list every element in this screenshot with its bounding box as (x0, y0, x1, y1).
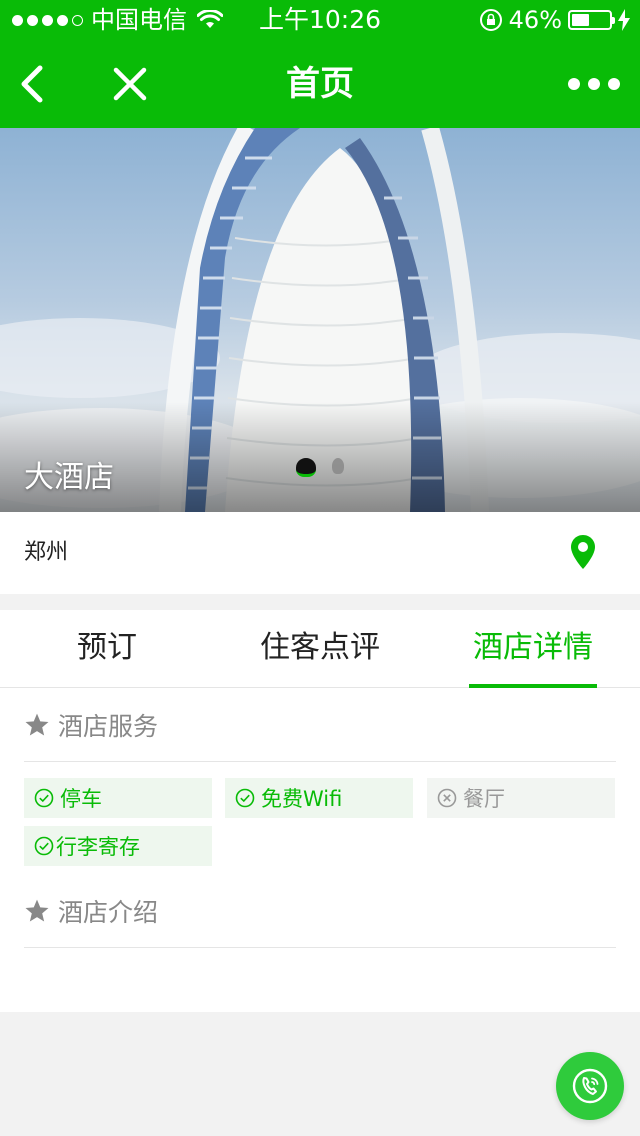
tab-bar: 预订 住客点评 酒店详情 (0, 610, 640, 688)
service-luggage-storage: 行李寄存 (24, 826, 212, 866)
services-section-header: 酒店服务 (24, 688, 616, 762)
service-label: 行李寄存 (56, 835, 140, 859)
status-right: 46% (479, 6, 630, 34)
service-label: 餐厅 (463, 787, 505, 811)
back-chevron-icon[interactable] (14, 62, 54, 106)
orientation-lock-icon (479, 9, 502, 31)
intro-section-header: 酒店介绍 (24, 874, 616, 948)
services-section-title: 酒店服务 (58, 711, 159, 741)
location-bar[interactable]: 郑州 (0, 512, 640, 594)
star-icon (25, 713, 49, 736)
charging-icon (618, 9, 630, 31)
battery-percent: 46% (508, 6, 562, 34)
service-restaurant: 餐厅 (427, 778, 615, 818)
phone-icon (572, 1068, 608, 1104)
signal-strength-icon (12, 14, 83, 26)
status-left: 中国电信 (12, 6, 223, 34)
hotel-image-carousel[interactable]: 大酒店 (0, 128, 640, 512)
battery-icon (568, 10, 615, 30)
carousel-indicators (296, 458, 344, 477)
star-icon (25, 899, 49, 922)
check-circle-icon (235, 788, 255, 808)
hotel-details-panel: 酒店服务 停车 免费Wifi 餐厅 行李寄存 酒店介绍 (0, 688, 640, 1012)
service-label: 免费Wifi (261, 787, 343, 811)
status-bar: 中国电信 上午10:26 46% (0, 0, 640, 40)
intro-section-title: 酒店介绍 (58, 897, 159, 927)
tab-guest-reviews[interactable]: 住客点评 (214, 610, 426, 688)
navigation-bar: 首页 (0, 40, 640, 128)
location-pin-icon[interactable] (570, 534, 596, 570)
check-circle-icon (34, 788, 54, 808)
city-label: 郑州 (24, 540, 69, 565)
page-title: 首页 (286, 64, 354, 104)
service-free-wifi: 免费Wifi (225, 778, 413, 818)
service-label: 停车 (60, 787, 102, 811)
carousel-dot[interactable] (332, 458, 344, 474)
service-parking: 停车 (24, 778, 212, 818)
wifi-icon (197, 10, 223, 28)
hotel-name: 大酒店 (24, 460, 114, 495)
carrier-name: 中国电信 (91, 6, 187, 34)
carousel-dot-active[interactable] (296, 458, 316, 477)
tab-hotel-details[interactable]: 酒店详情 (426, 610, 640, 688)
more-dots-icon[interactable] (568, 66, 620, 102)
close-icon[interactable] (108, 62, 152, 106)
tab-booking[interactable]: 预订 (0, 610, 214, 688)
check-circle-icon (34, 836, 54, 856)
call-button[interactable] (556, 1052, 624, 1120)
x-circle-icon (437, 788, 457, 808)
